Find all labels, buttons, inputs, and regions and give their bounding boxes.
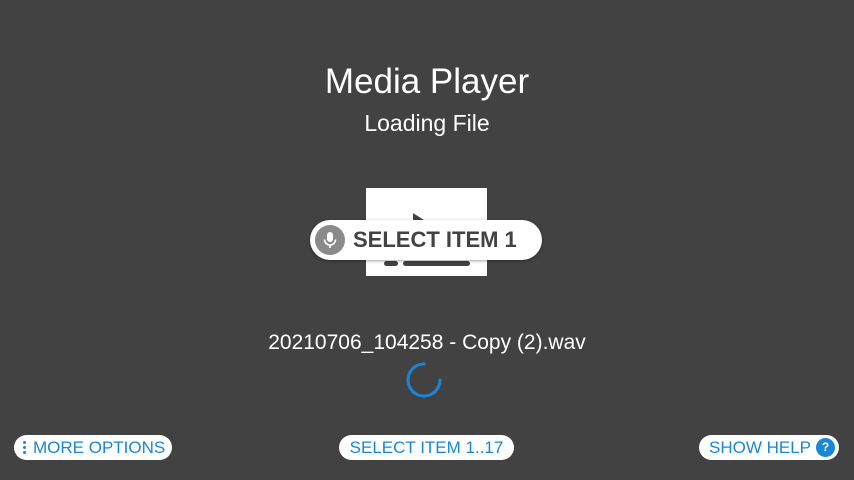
voice-command-select-item-1[interactable]: SELECT ITEM 1 — [310, 220, 542, 260]
more-options-label: MORE OPTIONS — [33, 438, 166, 457]
file-name: 20210706_104258 - Copy (2).wav — [268, 331, 586, 354]
loading-spinner-icon — [406, 362, 442, 398]
more-options-button[interactable]: MORE OPTIONS — [14, 435, 172, 460]
microphone-icon — [315, 225, 345, 255]
show-help-label: SHOW HELP — [709, 438, 812, 457]
kebab-menu-icon — [23, 441, 27, 455]
help-icon: ? — [816, 438, 835, 457]
progress-bar-long — [403, 261, 470, 266]
select-items-label: SELECT ITEM 1..17 — [349, 438, 504, 457]
voice-command-label: SELECT ITEM 1 — [353, 227, 517, 252]
select-items-button[interactable]: SELECT ITEM 1..17 — [339, 435, 514, 460]
show-help-button[interactable]: SHOW HELP ? — [699, 435, 839, 460]
progress-bar-short — [384, 261, 398, 266]
page-title: Media Player — [324, 62, 530, 101]
page-subtitle: Loading File — [364, 110, 490, 136]
